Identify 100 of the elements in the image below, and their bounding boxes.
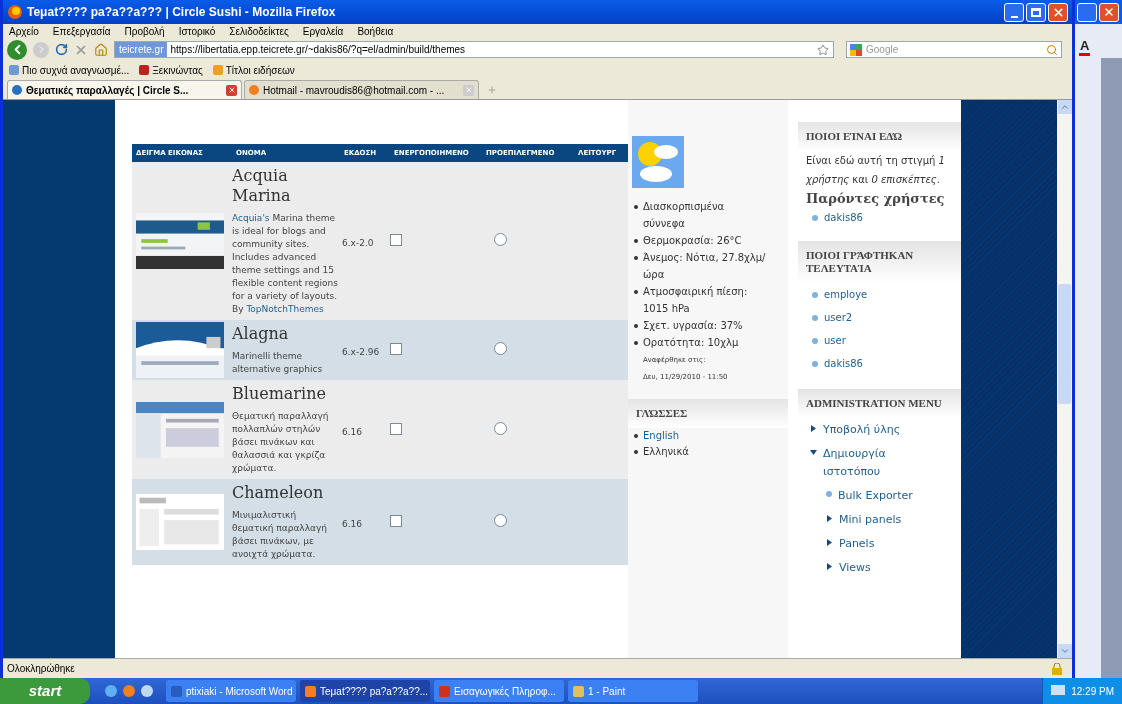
network-icon bbox=[1051, 685, 1066, 697]
taskbar-button[interactable]: ptixiaki - Microsoft Word bbox=[166, 680, 296, 702]
status-text: Ολοκληρώθηκε bbox=[7, 662, 75, 676]
search-icon[interactable] bbox=[1046, 43, 1058, 56]
menu-link[interactable]: Δημιουργία ιστοτόπου bbox=[823, 445, 913, 481]
minimize-button[interactable] bbox=[1004, 2, 1024, 22]
font-color-button[interactable]: A bbox=[1079, 39, 1091, 56]
description-link[interactable]: Acquia's bbox=[232, 213, 270, 223]
bullet-icon bbox=[826, 491, 832, 497]
taskbar-button[interactable]: 1 - Paint bbox=[568, 680, 698, 702]
description-link[interactable]: TopNotchThemes bbox=[246, 304, 324, 314]
user-link[interactable]: employe bbox=[824, 287, 868, 302]
theme-description: Acquia's Marina theme is ideal for blogs and community sites. Includes advanced theme settings and 15 flexible content regions for a variety of layouts. By TopNotchThemes bbox=[232, 212, 338, 316]
browser-logo-icon bbox=[7, 4, 23, 20]
block-title: ADMINISTRATION MENU bbox=[798, 389, 961, 418]
version-text: 6.16 bbox=[342, 426, 363, 437]
start-button[interactable]: start bbox=[0, 678, 90, 704]
menu-item[interactable]: Βοήθεια bbox=[357, 24, 394, 39]
menu-item[interactable]: Επεξεργασία bbox=[52, 24, 111, 39]
browser-tab[interactable]: Θεματικές παραλλαγές | Circle S... bbox=[7, 80, 242, 99]
favicon bbox=[12, 85, 22, 95]
close-icon bbox=[1051, 5, 1065, 19]
menu-link[interactable]: Mini panels bbox=[839, 511, 929, 529]
bullet-icon bbox=[812, 360, 818, 367]
bookmark-item[interactable]: Πιο συχνά αναγνωσμέ... bbox=[9, 62, 130, 78]
theme-description: Μινιμαλιστική θεματική παραλλαγή βάσει πινάκων, με ανοιχτά χρώματα. bbox=[232, 509, 328, 561]
bookmark-item[interactable]: Τίτλοι ειδήσεων bbox=[212, 62, 295, 78]
bullet-icon bbox=[812, 337, 818, 344]
bullet-icon bbox=[812, 314, 818, 321]
bookmark-star-icon[interactable] bbox=[817, 43, 829, 56]
menu-link[interactable]: Views bbox=[839, 559, 929, 577]
user-link[interactable]: dakis86 bbox=[824, 356, 863, 371]
weather-detail: Θερμοκρασία: 26°C bbox=[643, 234, 742, 248]
user-link[interactable]: user2 bbox=[824, 310, 853, 325]
menu-item[interactable]: Σελιδοδείκτες bbox=[229, 24, 289, 39]
checkbox[interactable] bbox=[390, 515, 402, 527]
bullet-icon bbox=[812, 291, 818, 298]
tab-close-button[interactable] bbox=[226, 84, 237, 96]
weather-detail: Ατμοσφαιρική πίεση: 1015 hPa bbox=[643, 285, 749, 316]
radio-button[interactable] bbox=[494, 233, 507, 246]
reload-icon[interactable] bbox=[55, 43, 68, 56]
scroll-up-button[interactable] bbox=[1057, 100, 1072, 114]
close-button[interactable] bbox=[1048, 2, 1068, 22]
lock-icon bbox=[1052, 662, 1062, 675]
weather-detail: Διασκορπισμένα σύννεφα bbox=[643, 200, 726, 231]
theme-name: Bluemarine bbox=[232, 384, 327, 404]
weather-detail: Ορατότητα: 10χλμ bbox=[643, 336, 739, 350]
checkbox[interactable] bbox=[390, 422, 402, 435]
menu-link[interactable]: Υποβολή ύλης bbox=[823, 421, 913, 439]
window-title: Teμat???? pa?a??a??? | Circle Sushi - Mozilla Firefox bbox=[27, 4, 336, 21]
clock: 12:29 PM bbox=[1071, 684, 1114, 699]
close-button[interactable] bbox=[1099, 2, 1119, 22]
address-field[interactable]: teicrete.gr https://libertatia.epp.teicrete.gr/~dakis86/?q=el/admin/build/themes bbox=[114, 41, 834, 58]
checkbox[interactable] bbox=[390, 343, 402, 355]
theme-name: Chameleon bbox=[232, 483, 325, 503]
minimize-icon bbox=[1010, 15, 1018, 18]
checkbox[interactable] bbox=[390, 234, 402, 246]
quick-launch-icon[interactable] bbox=[122, 684, 136, 698]
radio-button[interactable] bbox=[494, 421, 507, 435]
search-engine-icon bbox=[850, 43, 862, 56]
menu-item[interactable]: Προβολή bbox=[124, 24, 165, 39]
bullet-icon bbox=[812, 214, 818, 221]
favicon bbox=[249, 85, 259, 95]
close-icon bbox=[1103, 6, 1115, 18]
close-icon bbox=[227, 86, 236, 94]
taskbar-button[interactable]: Εισαγωγικές Πληροφ... bbox=[434, 680, 564, 702]
close-icon bbox=[464, 86, 473, 94]
scrollbar[interactable] bbox=[1057, 100, 1072, 658]
maximize-button[interactable] bbox=[1026, 2, 1046, 22]
user-link[interactable]: dakis86 bbox=[824, 210, 863, 225]
weather-detail: Άνεμος: Νότια, 27.8χλμ/ώρα bbox=[643, 251, 766, 282]
browser-tab[interactable]: Hotmail - mavroudis86@hotmail.com - ... bbox=[244, 80, 479, 99]
quick-launch-icon[interactable] bbox=[104, 684, 118, 698]
theme-name: Alagna bbox=[232, 324, 290, 344]
menu-item[interactable]: Ιστορικό bbox=[178, 24, 216, 39]
menu-link[interactable]: Bulk Exporter bbox=[838, 487, 928, 505]
menu-link[interactable]: Panels bbox=[839, 535, 929, 553]
back-button[interactable] bbox=[7, 39, 27, 60]
menu-item[interactable]: Εργαλεία bbox=[302, 24, 344, 39]
bookmark-item[interactable]: Ξεκινώντας bbox=[139, 62, 203, 78]
online-summary: Είναι εδώ αυτή τη στιγμή 1 χρήστης και 0 επισκέπτες. bbox=[805, 154, 946, 187]
online-users-heading: Παρόντες χρήστες bbox=[805, 190, 946, 208]
restore-button[interactable] bbox=[1077, 2, 1097, 22]
language-link[interactable]: English bbox=[643, 428, 680, 444]
search-placeholder: Google bbox=[866, 43, 899, 57]
radio-button[interactable] bbox=[494, 342, 507, 355]
language-item[interactable]: Ελληνικά bbox=[643, 444, 689, 460]
theme-description: Marinelli theme alternative graphics bbox=[232, 350, 324, 376]
theme-description: Θεματική παραλλαγή πολλαπλών στηλών βάσει πινάκων και θαλασσιά και γκρίζα χρώματα. bbox=[232, 410, 330, 475]
menu-item[interactable]: Αρχείο bbox=[9, 24, 39, 39]
taskbar-button[interactable]: Teμat???? pa?a??a??... bbox=[300, 680, 430, 702]
user-link[interactable]: user bbox=[824, 333, 846, 348]
home-icon[interactable] bbox=[94, 42, 108, 57]
scroll-down-button[interactable] bbox=[1057, 644, 1072, 658]
radio-button[interactable] bbox=[494, 514, 507, 527]
block-title: ΓΛΏΣΣΕΣ bbox=[628, 399, 788, 428]
plus-icon bbox=[487, 84, 497, 95]
version-text: 6.x-2.0 bbox=[342, 238, 374, 248]
scroll-thumb[interactable] bbox=[1058, 284, 1071, 404]
quick-launch-icon[interactable] bbox=[140, 684, 154, 698]
